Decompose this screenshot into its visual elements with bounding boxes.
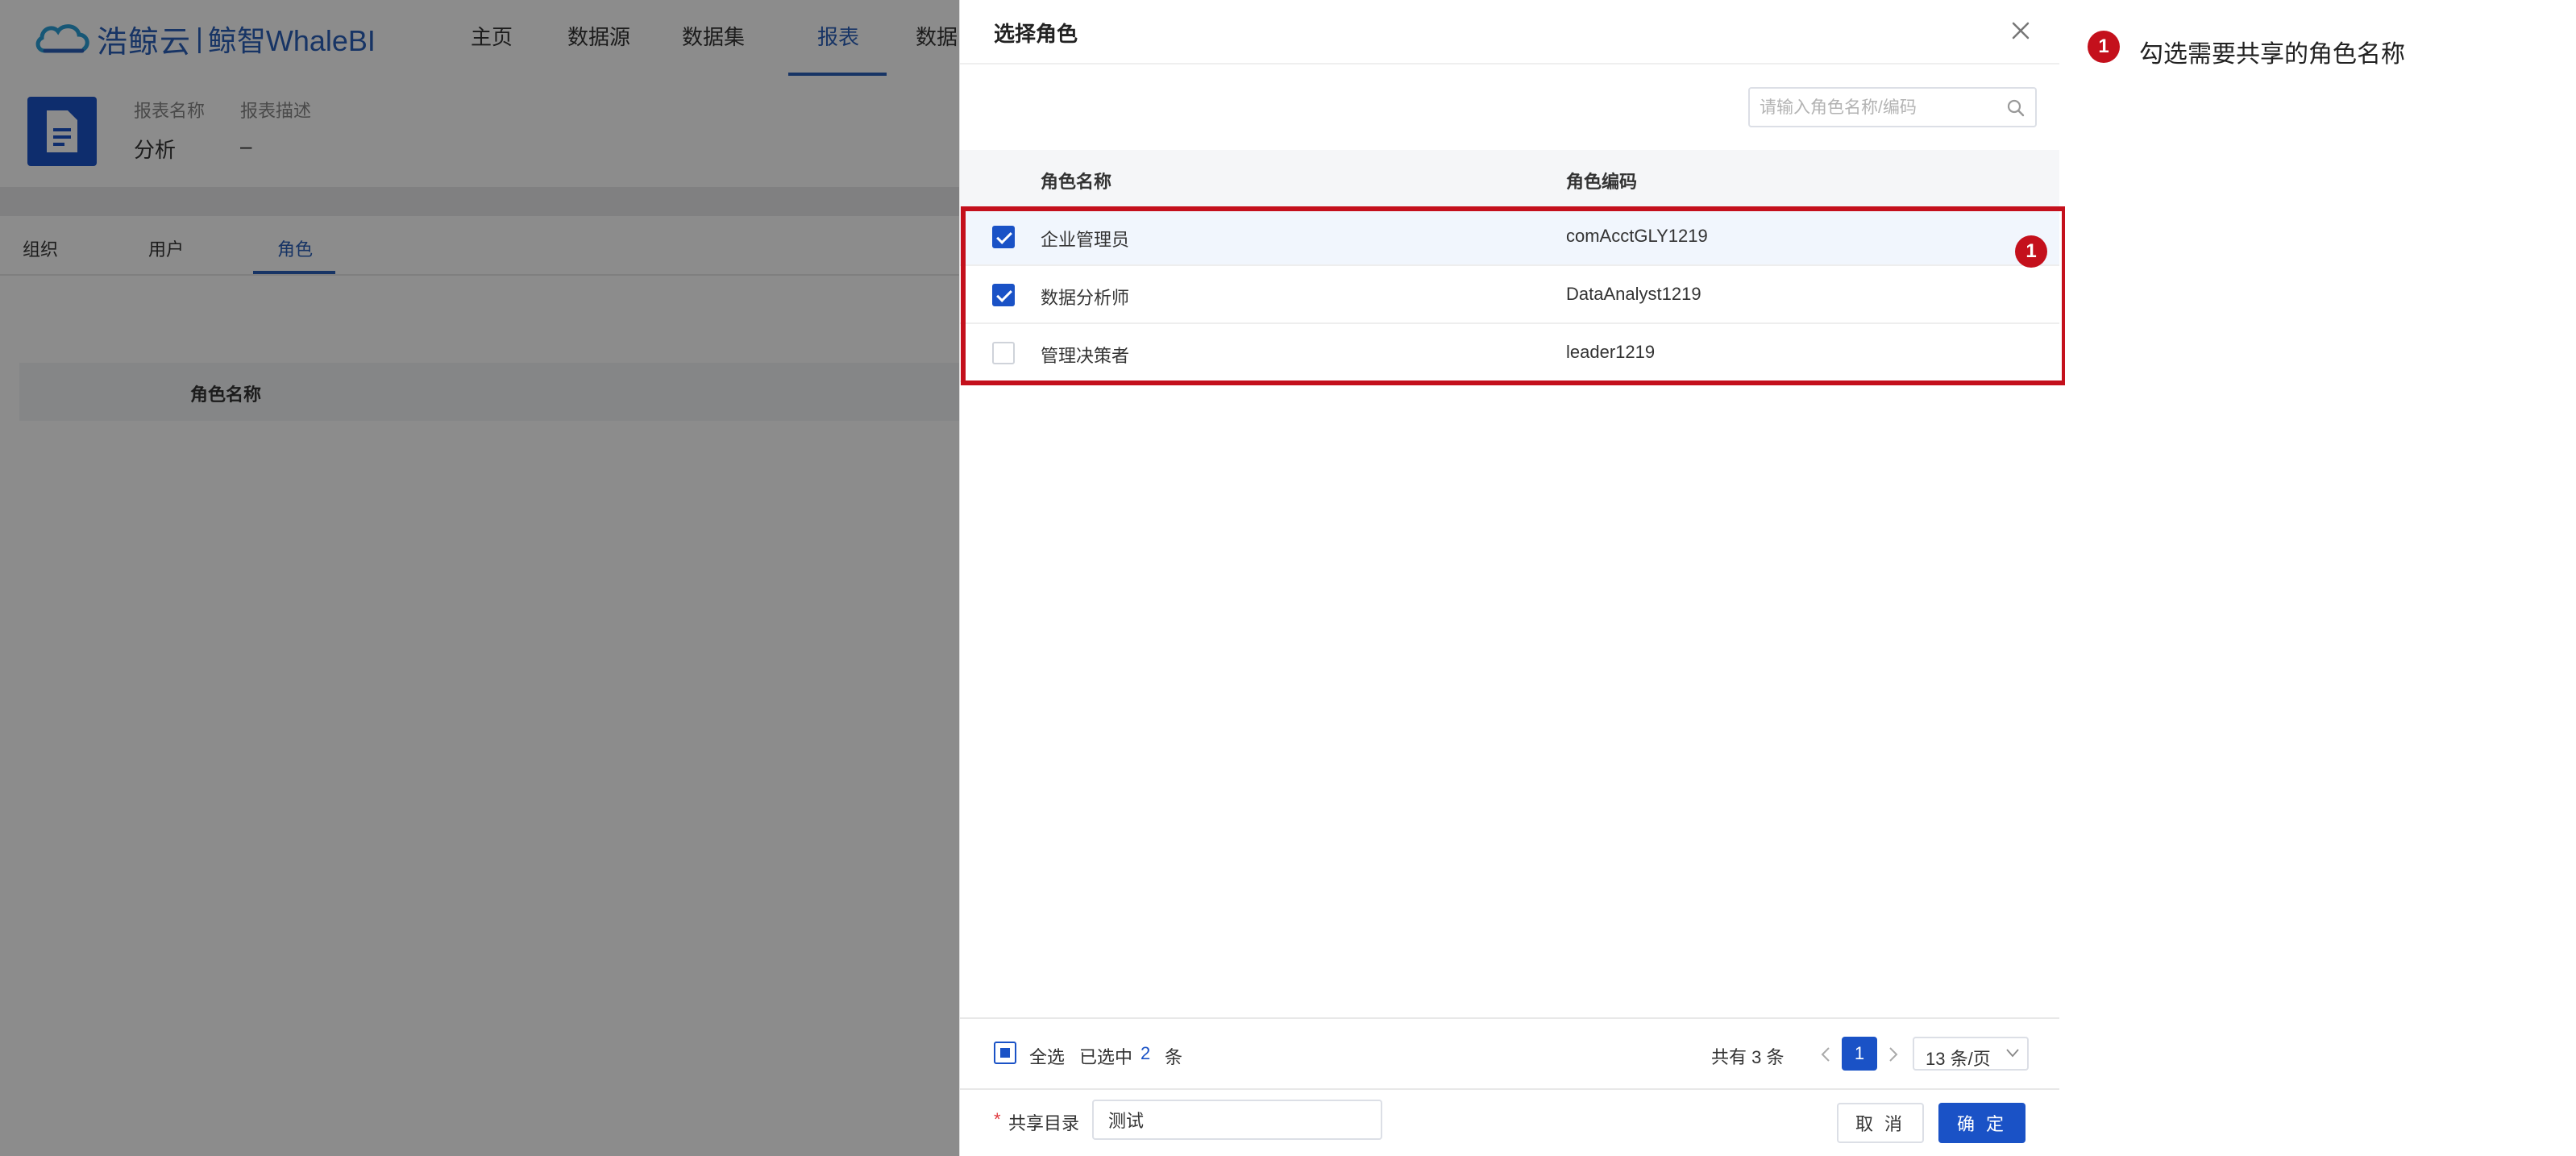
select-all-label[interactable]: 全选	[1029, 1043, 1065, 1069]
page-size-select[interactable]: 13 条/页	[1913, 1037, 2029, 1071]
row-checkbox[interactable]	[992, 284, 1015, 306]
confirm-button[interactable]: 确 定	[1938, 1103, 2025, 1143]
select-role-drawer: 选择角色 角色名称 角色编码 企业管理员 comAcctGLY1219 数据分析…	[959, 0, 2059, 1156]
close-icon[interactable]	[2008, 18, 2034, 44]
search-box	[1748, 87, 2037, 127]
selected-count-prefix: 已选中	[1079, 1047, 1133, 1067]
page-size-value: 13 条/页	[1926, 1049, 1991, 1069]
row-checkbox[interactable]	[992, 226, 1015, 248]
modal-mask[interactable]	[0, 0, 959, 1156]
table-row[interactable]: 管理决策者 leader1219	[960, 324, 2059, 382]
form-divider	[960, 1088, 2059, 1090]
search-icon[interactable]	[2006, 98, 2025, 118]
chevron-left-icon[interactable]	[1818, 1045, 1834, 1064]
share-directory-input[interactable]	[1092, 1100, 1382, 1140]
select-all-checkbox[interactable]	[994, 1042, 1016, 1064]
role-code-cell: leader1219	[1566, 342, 1656, 362]
role-code-cell: DataAnalyst1219	[1566, 284, 1701, 304]
table-row[interactable]: 企业管理员 comAcctGLY1219	[960, 208, 2059, 266]
role-name-cell: 数据分析师	[1041, 288, 1130, 308]
page-button-1[interactable]: 1	[1842, 1037, 1877, 1071]
share-directory-label: 共享目录	[1008, 1113, 1080, 1133]
table-row[interactable]: 数据分析师 DataAnalyst1219	[960, 266, 2059, 324]
required-marker: *	[994, 1109, 1001, 1129]
drawer-title: 选择角色	[994, 22, 1078, 46]
drawer-header: 选择角色	[960, 0, 2059, 64]
total-count: 共有 3 条	[1711, 1047, 1785, 1067]
annotation-note-text: 勾选需要共享的角色名称	[2139, 41, 2405, 68]
footer-divider	[960, 1017, 2059, 1019]
role-name-cell: 企业管理员	[1041, 230, 1130, 250]
role-name-cell: 管理决策者	[1041, 346, 1130, 366]
background-app: 浩鲸云 | 鲸智WhaleBI 主页 数据源 数据集 报表 数据 报表名称 分析…	[0, 0, 959, 1156]
table-header: 角色名称 角色编码	[960, 150, 2059, 208]
search-input[interactable]	[1760, 95, 2001, 121]
column-header-role-code: 角色编码	[1566, 172, 1638, 192]
annotation-note-badge: 1	[2088, 31, 2120, 63]
annotation-badge: 1	[2015, 235, 2047, 268]
column-header-role-name: 角色名称	[1041, 172, 1112, 192]
selected-count: 2	[1141, 1043, 1151, 1063]
chevron-right-icon[interactable]	[1885, 1045, 1901, 1064]
selected-count-suffix: 条	[1165, 1047, 1183, 1067]
chevron-down-icon	[2006, 1049, 2019, 1058]
role-code-cell: comAcctGLY1219	[1566, 226, 1708, 246]
row-checkbox[interactable]	[992, 342, 1015, 364]
cancel-button[interactable]: 取 消	[1837, 1103, 1924, 1143]
